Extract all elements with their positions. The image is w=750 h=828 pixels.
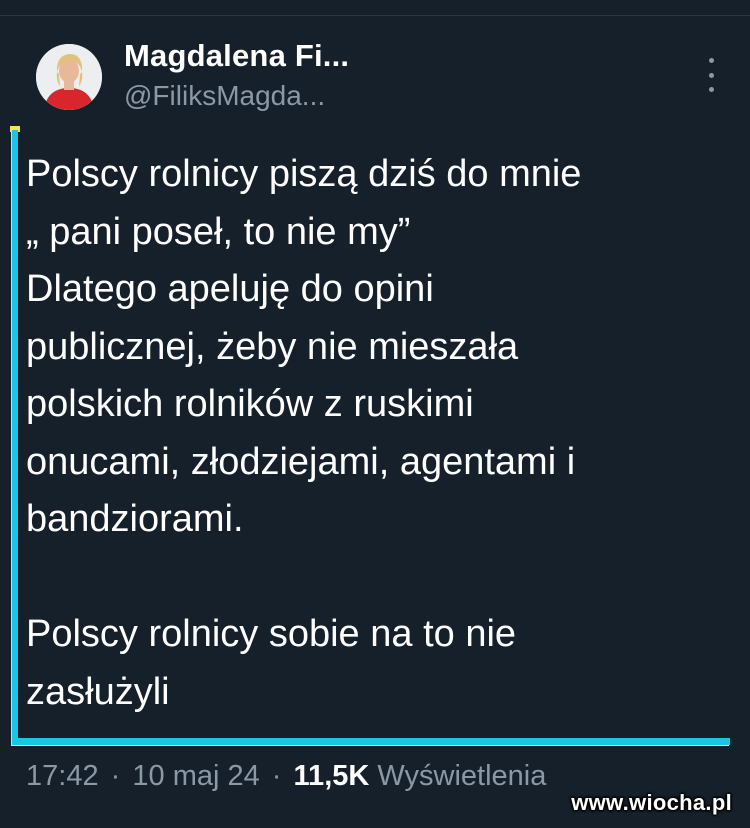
author-handle[interactable]: @FiliksMagda...: [124, 80, 325, 112]
meta-separator: ·: [110, 760, 121, 792]
tweet-line: Dlatego apeluję do opini: [26, 268, 434, 310]
tweet-line: onucami, złodziejami, agentami i: [26, 440, 576, 483]
tweet-line: Polscy rolnicy sobie na to nie: [26, 613, 517, 655]
views-count: 11,5K: [293, 760, 370, 792]
tweet-line: „ pani poseł, to nie my”: [26, 210, 411, 253]
tweet-line: zasłużyli: [26, 670, 170, 713]
tweet-line: publicznej, żeby nie mieszała: [26, 325, 519, 368]
tweet-time[interactable]: 17:42: [26, 760, 99, 792]
avatar-portrait-icon: [36, 44, 102, 110]
more-dot: [708, 58, 714, 63]
tweet-line: polskich rolników z ruskimi: [26, 383, 474, 425]
more-dot: [708, 87, 714, 92]
views-label[interactable]: Wyświetlenia: [377, 760, 546, 792]
author-avatar[interactable]: [36, 44, 102, 110]
tweet-body: Polscy rolnicy piszą dziś do mnie „ pani…: [26, 146, 726, 721]
tweet-date[interactable]: 10 maj 24: [132, 760, 259, 792]
meta-separator: ·: [271, 760, 282, 792]
more-options-icon[interactable]: [700, 58, 722, 92]
tweet-line: Polscy rolnicy piszą dziś do mnie: [26, 153, 582, 195]
tweet-meta: 17:42 · 10 maj 24 · 11,5K Wyświetlenia: [26, 760, 546, 793]
top-divider: [0, 0, 750, 16]
more-dot: [708, 72, 714, 78]
watermark: www.wiocha.pl: [571, 790, 732, 815]
tweet-line: bandziorami.: [26, 498, 244, 540]
author-name[interactable]: Magdalena Fi...: [124, 38, 349, 74]
